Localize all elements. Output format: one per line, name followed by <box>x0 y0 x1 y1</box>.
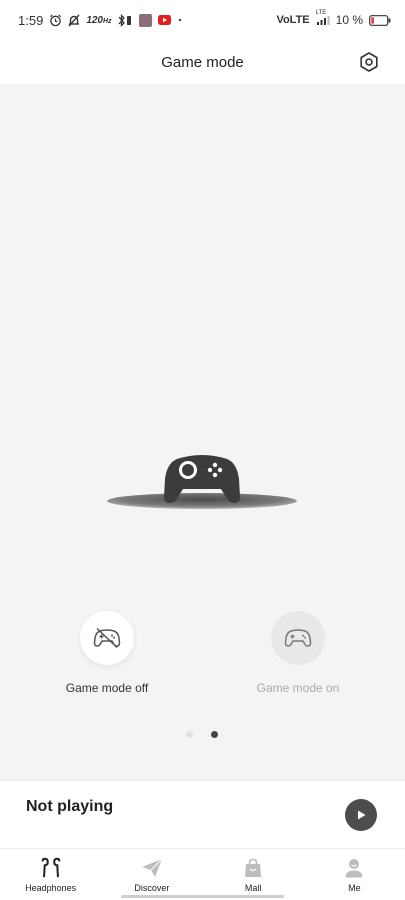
status-bar: 1:59 120Hz VoLTE LTE 10 % <box>0 0 405 40</box>
nav-label-mall: Mall <box>244 882 262 893</box>
refresh-rate-value: 120 <box>86 14 103 26</box>
network-label: VoLTE <box>276 14 310 26</box>
more-notifications-icon <box>177 17 183 23</box>
nav-label-me: Me <box>348 882 361 893</box>
page-dot-1[interactable] <box>186 731 193 738</box>
status-right-group: VoLTE LTE 10 % <box>276 10 391 27</box>
settings-hexagon-icon <box>360 52 378 72</box>
bottom-nav: Headphones Discover Mall Me <box>0 848 405 900</box>
nav-item-discover[interactable]: Discover <box>101 849 202 900</box>
game-controller-illustration <box>107 455 297 509</box>
bluetooth-battery-icon <box>118 13 133 27</box>
shopping-bag-icon <box>241 857 265 879</box>
battery-percent: 10 % <box>335 13 363 27</box>
refresh-rate-unit: Hz <box>103 17 112 25</box>
game-mode-panel: Game mode off Game mode on <box>0 84 405 780</box>
controller-off-icon <box>93 627 121 649</box>
headphones-icon <box>39 857 63 879</box>
header-bar: Game mode <box>0 40 405 84</box>
nav-label-discover: Discover <box>134 882 170 893</box>
play-icon <box>358 810 366 820</box>
signal-icon: LTE <box>316 10 330 26</box>
page-title: Game mode <box>161 53 244 71</box>
status-left-group: 1:59 120Hz <box>18 13 276 28</box>
refresh-rate: 120Hz <box>86 15 111 26</box>
page-dot-2[interactable] <box>211 731 218 738</box>
controller-on-icon <box>284 629 312 647</box>
nav-item-headphones[interactable]: Headphones <box>0 849 101 900</box>
nav-item-me[interactable]: Me <box>304 849 405 900</box>
paper-plane-icon <box>140 857 164 879</box>
game-mode-on-button[interactable] <box>271 611 325 665</box>
home-indicator[interactable] <box>121 895 284 898</box>
alarm-icon <box>49 14 62 27</box>
playback-status: Not playing <box>26 798 114 815</box>
youtube-icon <box>157 15 171 25</box>
photo-app-icon <box>138 13 152 27</box>
do-not-disturb-icon <box>68 14 80 27</box>
play-button[interactable] <box>345 799 377 831</box>
settings-button[interactable] <box>357 50 381 74</box>
clock-time: 1:59 <box>18 12 44 28</box>
player-bar: Not playing <box>0 780 405 848</box>
game-mode-off-label: Game mode off <box>65 681 149 695</box>
network-type-label: LTE <box>315 10 327 16</box>
battery-icon <box>369 14 391 26</box>
game-mode-on-label: Game mode on <box>256 681 340 695</box>
nav-item-mall[interactable]: Mall <box>203 849 304 900</box>
profile-icon <box>342 857 366 879</box>
nav-label-headphones: Headphones <box>25 882 77 893</box>
game-mode-off-button[interactable] <box>80 611 134 665</box>
page-indicator <box>186 731 218 738</box>
